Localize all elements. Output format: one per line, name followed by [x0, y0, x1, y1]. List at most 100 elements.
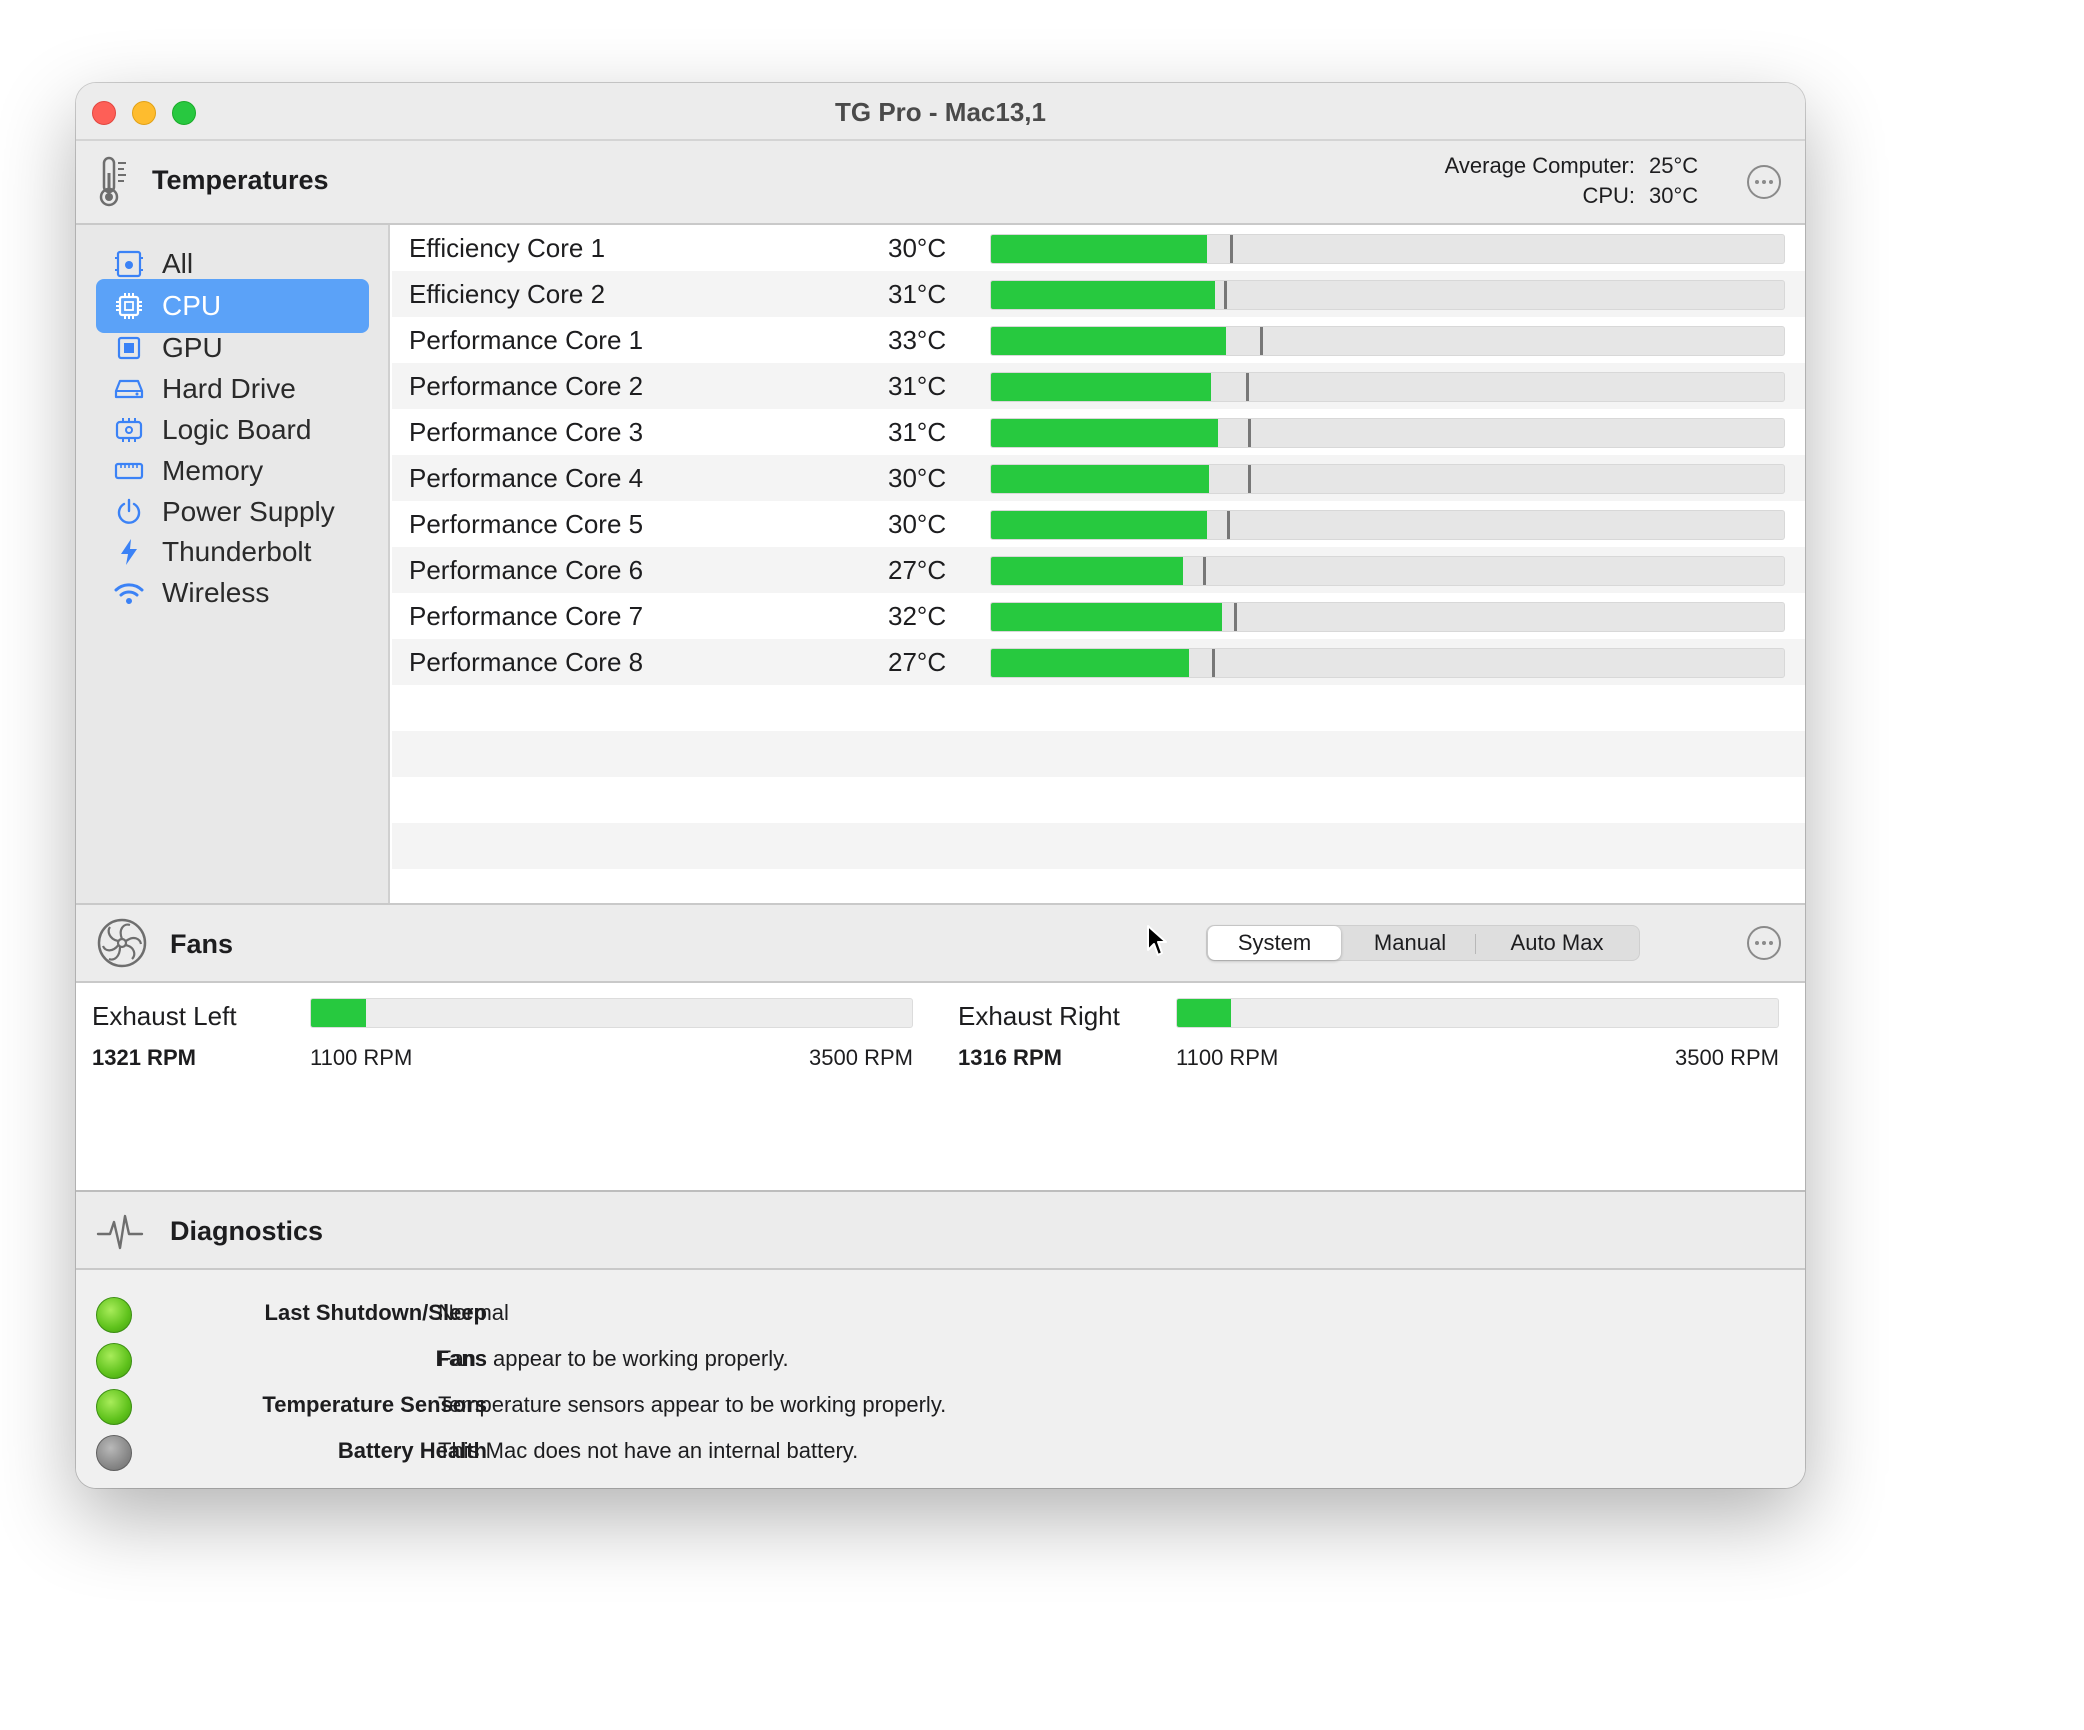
fan-mode-auto-max[interactable]: Auto Max	[1477, 926, 1637, 960]
diagnostics-panel: Last Shutdown/Sleep Normal Fans Fans app…	[76, 1270, 1805, 1488]
fan-current-rpm: 1321 RPM	[92, 1045, 196, 1070]
sidebar-item-label: GPU	[162, 332, 223, 363]
temperature-bar	[990, 464, 1785, 494]
fan-max-rpm: 3500 RPM	[809, 1045, 913, 1070]
sensor-name: Performance Core 1	[409, 325, 644, 355]
fan-speed-fill	[1177, 999, 1232, 1027]
sensor-temperature: 31°C	[888, 417, 947, 447]
sensor-name: Efficiency Core 1	[409, 233, 606, 263]
temperatures-more-button[interactable]	[1747, 165, 1781, 199]
fan-speed-fill	[311, 999, 367, 1027]
fan-mode-segmented-control: System Manual Auto Max	[1206, 925, 1640, 961]
title-bar: TG Pro - Mac13,1	[76, 83, 1805, 141]
sensor-row[interactable]: Performance Core 5 30°C	[392, 501, 1805, 547]
ellipsis-dot	[1762, 941, 1766, 945]
fan-mode-system[interactable]: System	[1208, 926, 1341, 960]
sidebar-item-label: Hard Drive	[162, 373, 296, 404]
gpu-chip-icon	[114, 333, 144, 363]
empty-row	[392, 777, 1805, 823]
thermometer-icon	[99, 156, 126, 207]
sensor-temperature: 33°C	[888, 325, 947, 355]
fan-mode-manual[interactable]: Manual	[1345, 926, 1475, 960]
ellipsis-dot	[1769, 941, 1773, 945]
temperature-bar	[990, 556, 1785, 586]
fans-header: Fans System Manual Auto Max	[76, 903, 1805, 983]
max-temperature-marker	[1202, 557, 1206, 585]
sensor-name: Efficiency Core 2	[409, 279, 606, 309]
max-temperature-marker	[1234, 603, 1238, 631]
max-temperature-marker	[1224, 281, 1228, 309]
fan-icon	[97, 918, 147, 968]
diagnostic-row: Temperature Sensors Temperature sensors …	[76, 1382, 1805, 1428]
fan-name: Exhaust Right	[958, 1001, 1120, 1031]
fans-title: Fans	[170, 929, 234, 959]
temperature-bar-fill	[991, 235, 1207, 263]
diagnostics-header: Diagnostics	[76, 1190, 1805, 1270]
hard-drive-icon	[114, 374, 144, 404]
status-indicator-icon	[96, 1297, 132, 1333]
sensor-temperature: 31°C	[888, 279, 947, 309]
status-indicator-icon	[96, 1343, 132, 1379]
temperature-bar-fill	[991, 511, 1207, 539]
cpu-average-value: 30°C	[1649, 183, 1699, 208]
sensor-row[interactable]: Efficiency Core 2 31°C	[392, 271, 1805, 317]
fan-name: Exhaust Left	[92, 1001, 237, 1031]
diagnostic-row: Fans Fans appear to be working properly.	[76, 1336, 1805, 1382]
sensor-row[interactable]: Performance Core 8 27°C	[392, 639, 1805, 685]
temperature-bar	[990, 648, 1785, 678]
max-temperature-marker	[1246, 373, 1250, 401]
diagnostic-text: Temperature sensors appear to be working…	[438, 1392, 947, 1417]
sensor-row[interactable]: Performance Core 3 31°C	[392, 409, 1805, 455]
sensor-list: Efficiency Core 1 30°C Efficiency Core 2 31…	[392, 225, 1805, 903]
sensor-row[interactable]: Performance Core 6 27°C	[392, 547, 1805, 593]
temperature-bar	[990, 326, 1785, 356]
sidebar-item-wireless[interactable]: Wireless	[96, 566, 369, 620]
sensor-temperature: 30°C	[888, 463, 947, 493]
max-temperature-marker	[1226, 511, 1230, 539]
temperature-bar-fill	[991, 281, 1216, 309]
temperature-bar-fill	[991, 603, 1222, 631]
sidebar-item-label: Logic Board	[162, 414, 312, 445]
diagnostic-text: Normal	[438, 1300, 509, 1325]
fans-more-button[interactable]	[1747, 926, 1781, 960]
temperatures-header: Temperatures Average Computer: 25°C CPU:…	[76, 141, 1805, 225]
sensor-name: Performance Core 6	[409, 555, 644, 585]
sensor-row[interactable]: Performance Core 4 30°C	[392, 455, 1805, 501]
sensor-row[interactable]: Efficiency Core 1 30°C	[392, 225, 1805, 271]
average-computer-value: 25°C	[1649, 153, 1699, 178]
temperature-bar-fill	[991, 327, 1226, 355]
average-temps: Average Computer: 25°C CPU: 30°C	[1445, 151, 1705, 211]
sensor-row[interactable]: Performance Core 7 32°C	[392, 593, 1805, 639]
fan-speed-bar	[310, 998, 913, 1028]
segment-divider	[1475, 934, 1476, 954]
power-icon	[114, 497, 144, 527]
cpu-chip-icon	[114, 291, 144, 321]
logic-board-icon	[114, 415, 144, 445]
sensor-temperature: 32°C	[888, 601, 947, 631]
status-indicator-icon	[96, 1435, 132, 1471]
sensor-row[interactable]: Performance Core 1 33°C	[392, 317, 1805, 363]
sensor-name: Performance Core 5	[409, 509, 644, 539]
diagnostic-text: This Mac does not have an internal batte…	[438, 1438, 859, 1463]
sensor-temperature: 30°C	[888, 233, 947, 263]
max-temperature-marker	[1259, 327, 1263, 355]
wifi-icon	[114, 578, 144, 608]
sidebar-item-label: CPU	[162, 290, 222, 321]
status-indicator-icon	[96, 1389, 132, 1425]
sensor-row[interactable]: Performance Core 2 31°C	[392, 363, 1805, 409]
ellipsis-dot	[1762, 180, 1766, 184]
memory-icon	[114, 456, 144, 486]
max-temperature-marker	[1247, 419, 1251, 447]
fan-speed-bar	[1176, 998, 1779, 1028]
diagnostic-row: Battery Health This Mac does not have an…	[76, 1428, 1805, 1474]
fan-max-rpm: 3500 RPM	[1675, 1045, 1779, 1070]
sidebar-item-label: Memory	[162, 455, 264, 486]
diagnostic-text: Fans appear to be working properly.	[438, 1346, 789, 1371]
temperature-bar	[990, 510, 1785, 540]
sensor-temperature: 27°C	[888, 555, 947, 585]
fan-min-rpm: 1100 RPM	[1176, 1045, 1279, 1070]
ellipsis-icon	[1755, 180, 1759, 184]
sensor-name: Performance Core 8	[409, 647, 644, 677]
sensor-name: Performance Core 7	[409, 601, 644, 631]
sidebar-item-label: Wireless	[162, 577, 270, 608]
